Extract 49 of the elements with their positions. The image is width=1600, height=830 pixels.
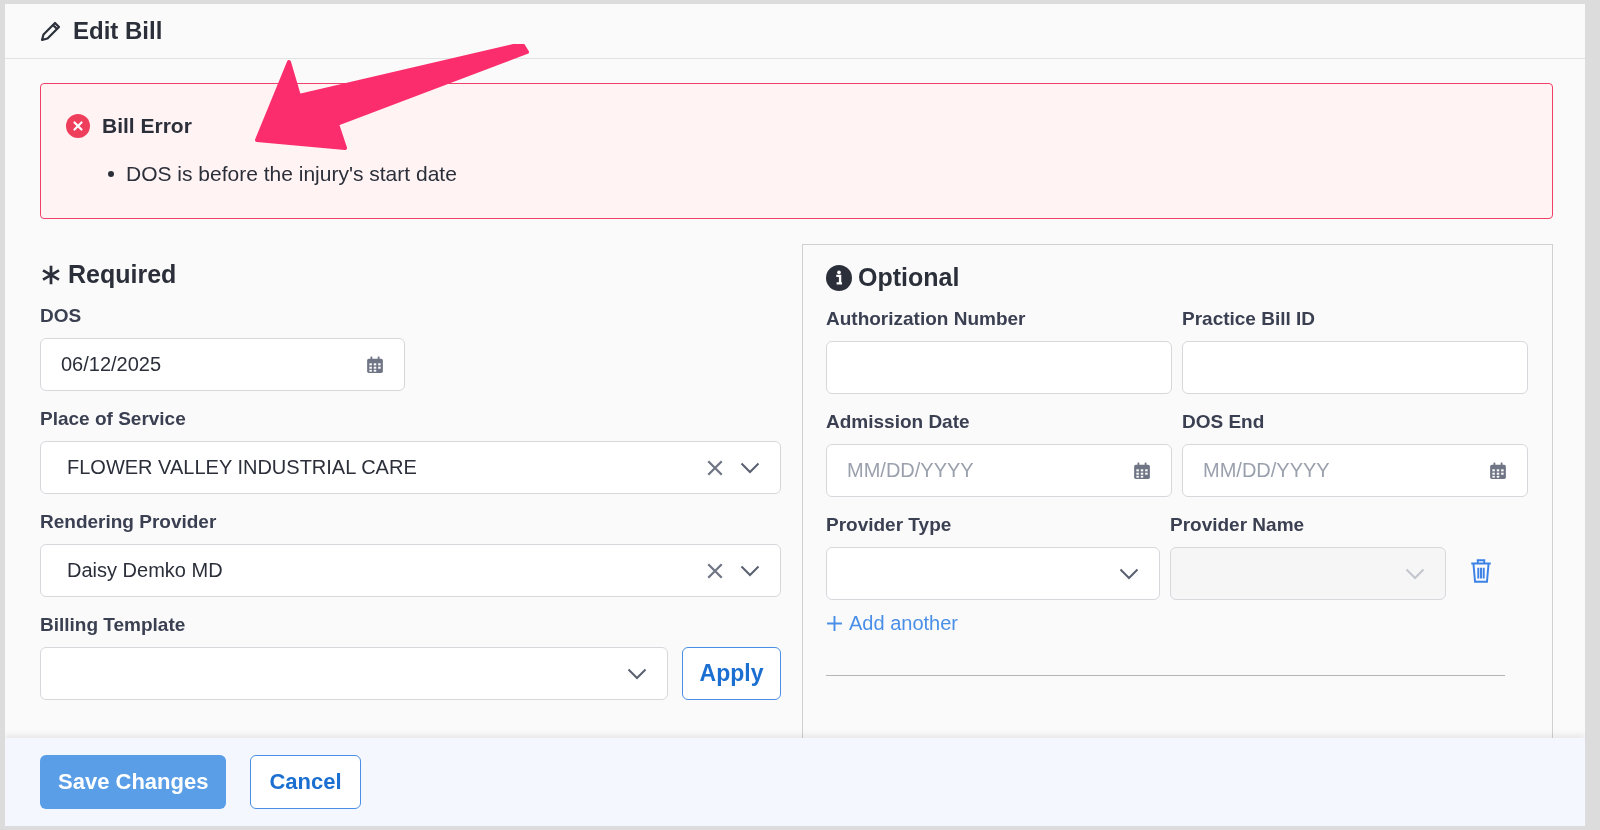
- field-label: Place of Service: [40, 408, 187, 430]
- asterisk-icon: [40, 263, 62, 286]
- field-label: Authorization Number: [826, 308, 1027, 330]
- error-message: DOS is before the injury's start date: [126, 162, 457, 186]
- field-value: FLOWER VALLEY INDUSTRIAL CARE: [66, 456, 417, 479]
- placeholder: MM/DD/YYYY: [1203, 459, 1330, 482]
- section-title: Required: [68, 260, 177, 289]
- apply-button[interactable]: Apply: [682, 647, 781, 700]
- calendar-icon[interactable]: [366, 355, 384, 374]
- chevron-down-icon[interactable]: [1119, 567, 1139, 580]
- bullet-icon: [108, 171, 114, 177]
- input-field[interactable]: [826, 341, 1172, 394]
- field-label: Billing Template: [40, 614, 187, 636]
- field-value: Daisy Demko MD: [66, 559, 223, 582]
- save-button[interactable]: Save Changes: [40, 755, 227, 809]
- date-field[interactable]: MM/DD/YYYY: [1182, 444, 1528, 497]
- chevron-down-icon[interactable]: [740, 461, 760, 474]
- field-label: Admission Date: [826, 411, 971, 433]
- field-label: Provider Type: [826, 514, 953, 536]
- pencil-icon: [39, 19, 63, 43]
- select-field[interactable]: FLOWER VALLEY INDUSTRIAL CARE: [40, 441, 781, 494]
- select-field[interactable]: [826, 547, 1160, 600]
- placeholder: MM/DD/YYYY: [847, 459, 974, 482]
- clear-icon[interactable]: [706, 561, 724, 580]
- cancel-button[interactable]: Cancel: [250, 755, 361, 809]
- chevron-down-icon[interactable]: [627, 667, 647, 680]
- field-label: Provider Name: [1170, 514, 1306, 536]
- alert-title: Bill Error: [102, 114, 192, 138]
- error-icon: [66, 114, 90, 138]
- date-field[interactable]: 06/12/2025: [40, 338, 405, 391]
- field-label: Practice Bill ID: [1182, 308, 1317, 330]
- add-another-link[interactable]: Add another: [826, 612, 1528, 635]
- chevron-down-icon[interactable]: [740, 564, 760, 577]
- section-title: Optional: [858, 263, 960, 292]
- plus-icon: [826, 615, 843, 632]
- select-field[interactable]: Daisy Demko MD: [40, 544, 781, 597]
- calendar-icon[interactable]: [1133, 461, 1151, 480]
- info-icon: [826, 264, 852, 291]
- field-label: Rendering Provider: [40, 511, 218, 533]
- calendar-icon[interactable]: [1489, 461, 1507, 480]
- date-field[interactable]: MM/DD/YYYY: [826, 444, 1172, 497]
- field-label: DOS End: [1182, 411, 1266, 433]
- select-field[interactable]: [40, 647, 668, 700]
- page-title: Edit Bill: [73, 17, 163, 45]
- field-value: 06/12/2025: [61, 353, 162, 376]
- field-label: DOS: [40, 305, 83, 327]
- clear-icon[interactable]: [706, 458, 724, 477]
- input-field[interactable]: [1182, 341, 1528, 394]
- trash-icon[interactable]: [1470, 558, 1492, 584]
